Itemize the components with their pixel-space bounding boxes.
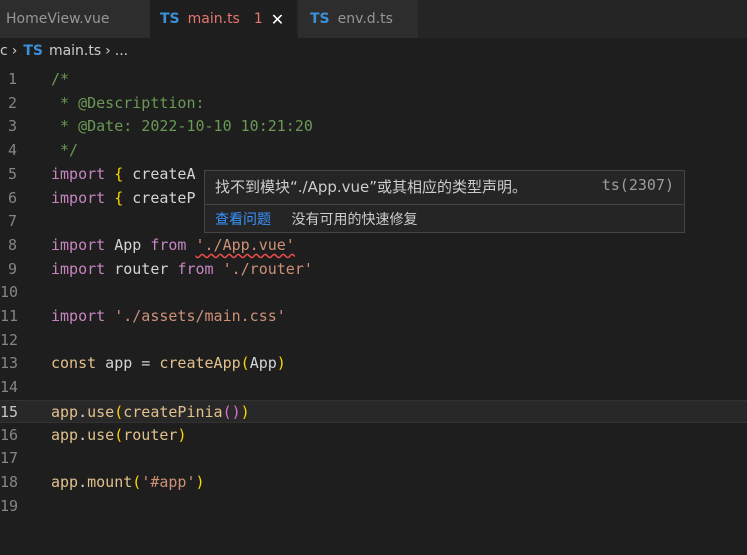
line-number: 12 <box>0 330 19 349</box>
code-line[interactable]: 8 import App from './App.vue' <box>0 234 747 258</box>
line-number: 2 <box>7 93 17 112</box>
code-line[interactable]: 1 /* <box>0 68 747 92</box>
tab-bar: HomeView.vue TS main.ts 1 ✕ TS env.d.ts <box>0 0 747 38</box>
line-number: 17 <box>0 449 19 468</box>
line-number: 4 <box>7 141 17 160</box>
code-line[interactable]: 2 * @Descripttion: <box>0 92 747 116</box>
line-code: import router from './router' <box>51 259 313 278</box>
line-code: * @Descripttion: <box>51 93 205 112</box>
breadcrumb: c › TS main.ts › ... <box>0 40 747 62</box>
line-number: 19 <box>0 496 19 515</box>
typescript-icon: TS <box>160 11 180 27</box>
tab-env-d-ts[interactable]: TS env.d.ts <box>298 0 418 38</box>
code-line[interactable]: 12 <box>0 329 747 353</box>
code-line[interactable]: 4 */ <box>0 139 747 163</box>
line-number: 9 <box>7 259 17 278</box>
typescript-icon: TS <box>23 43 43 59</box>
code-line[interactable]: 14 <box>0 376 747 400</box>
line-number: 15 <box>0 402 19 421</box>
line-code: const app = createApp(App) <box>51 354 286 373</box>
error-code: ts(2307) <box>601 176 674 194</box>
code-editor[interactable]: 1/* 2 * @Descripttion: 3 * @Date: 2022-10-… <box>0 68 747 555</box>
typescript-icon: TS <box>310 11 330 27</box>
tab-label: HomeView.vue <box>6 11 110 27</box>
code-line[interactable]: 18 app.mount('#app') <box>0 471 747 495</box>
breadcrumb-file[interactable]: main.ts <box>49 43 101 59</box>
error-hover-popup: 找不到模块“./App.vue”或其相应的类型声明。 ts(2307) 查看问题… <box>204 170 685 233</box>
line-number: 1 <box>7 70 17 88</box>
line-code: */ <box>51 141 79 160</box>
line-code: /* <box>51 70 70 88</box>
close-icon[interactable]: ✕ <box>271 10 284 29</box>
code-line[interactable]: 17 <box>0 447 747 471</box>
code-line[interactable]: 13 const app = createApp(App) <box>0 352 747 376</box>
tab-main-ts[interactable]: TS main.ts 1 ✕ <box>150 0 297 38</box>
code-line[interactable]: 11 import './assets/main.css' <box>0 305 747 329</box>
hover-actions: 查看问题 没有可用的快速修复 <box>215 209 417 229</box>
line-number: 8 <box>7 235 17 254</box>
line-code: import App from './App.vue' <box>51 235 295 254</box>
breadcrumb-folder[interactable]: c <box>0 43 8 59</box>
code-line[interactable]: 16 app.use(router) <box>0 424 747 448</box>
line-number: 7 <box>7 212 17 231</box>
code-line[interactable]: 10 <box>0 281 747 305</box>
breadcrumb-symbol[interactable]: ... <box>115 43 128 59</box>
tab-homeview[interactable]: HomeView.vue <box>0 0 150 38</box>
line-number: 14 <box>0 378 19 397</box>
no-quick-fix-text: 没有可用的快速修复 <box>291 212 418 228</box>
tab-label: env.d.ts <box>337 11 393 27</box>
line-number: 3 <box>7 117 17 136</box>
line-code: import { createA <box>51 164 196 183</box>
code-line[interactable]: 15 app.use(createPinia()) <box>0 399 747 424</box>
view-problem-link[interactable]: 查看问题 <box>215 212 271 228</box>
divider <box>205 204 684 205</box>
error-message: 找不到模块“./App.vue”或其相应的类型声明。 <box>215 178 528 196</box>
code-line[interactable]: 3 * @Date: 2022-10-10 10:21:20 <box>0 115 747 139</box>
line-number: 18 <box>0 472 19 491</box>
code-line[interactable]: 9 import router from './router' <box>0 258 747 282</box>
chevron-right-icon: › <box>11 43 18 59</box>
tab-label: main.ts <box>187 11 240 27</box>
code-line[interactable]: 19 <box>0 495 747 519</box>
line-code: app.use(createPinia()) <box>51 402 250 421</box>
line-number: 13 <box>0 354 19 373</box>
line-number: 10 <box>0 283 19 302</box>
error-count-badge: 1 <box>253 11 263 27</box>
line-number: 5 <box>7 164 17 183</box>
line-number: 11 <box>0 307 19 325</box>
line-code: import './assets/main.css' <box>51 307 286 325</box>
line-code: import { createP <box>51 188 196 207</box>
line-number: 16 <box>0 425 19 444</box>
line-code: app.mount('#app') <box>51 472 205 491</box>
chevron-right-icon: › <box>105 43 111 59</box>
line-code: * @Date: 2022-10-10 10:21:20 <box>51 117 313 136</box>
line-code: app.use(router) <box>51 425 187 444</box>
line-number: 6 <box>7 188 17 207</box>
